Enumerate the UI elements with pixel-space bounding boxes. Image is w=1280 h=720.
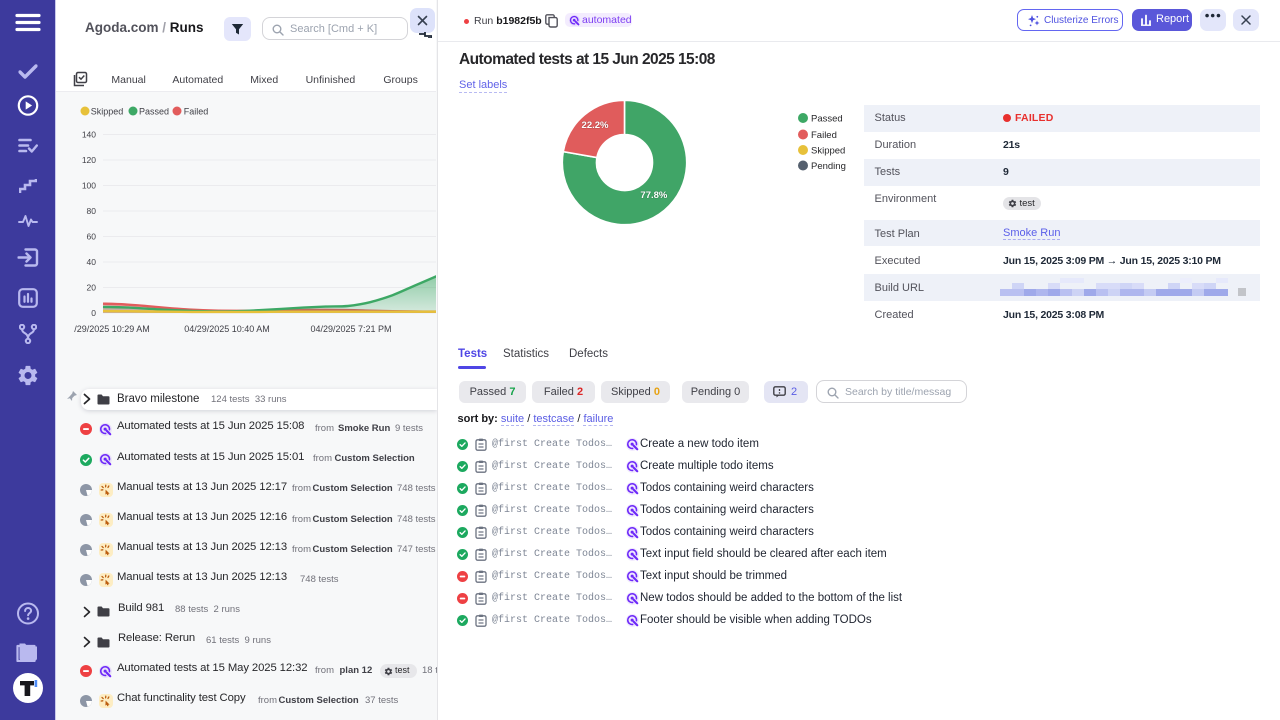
svg-text:04/29/2025 10:40 AM: 04/29/2025 10:40 AM <box>184 324 270 334</box>
svg-text:140: 140 <box>82 130 96 140</box>
svg-text:20: 20 <box>87 283 97 293</box>
svg-text:Passed: Passed <box>811 114 843 125</box>
svg-text:Failed: Failed <box>811 130 837 141</box>
svg-text:Pending: Pending <box>811 161 846 172</box>
svg-text:/29/2025 10:29 AM: /29/2025 10:29 AM <box>74 324 150 334</box>
svg-text:Passed: Passed <box>139 107 169 117</box>
svg-text:0: 0 <box>91 308 96 318</box>
svg-text:Skipped: Skipped <box>811 146 845 157</box>
svg-text:22.2%: 22.2% <box>581 120 608 131</box>
svg-text:Skipped: Skipped <box>91 107 124 117</box>
svg-text:04/29/2025 7:21 PM: 04/29/2025 7:21 PM <box>310 324 391 334</box>
svg-text:77.8%: 77.8% <box>640 190 667 201</box>
svg-text:80: 80 <box>87 206 97 216</box>
svg-text:100: 100 <box>82 181 96 191</box>
svg-text:40: 40 <box>87 257 97 267</box>
svg-text:60: 60 <box>87 232 97 242</box>
svg-text:Failed: Failed <box>184 107 209 117</box>
svg-text:120: 120 <box>82 155 96 165</box>
